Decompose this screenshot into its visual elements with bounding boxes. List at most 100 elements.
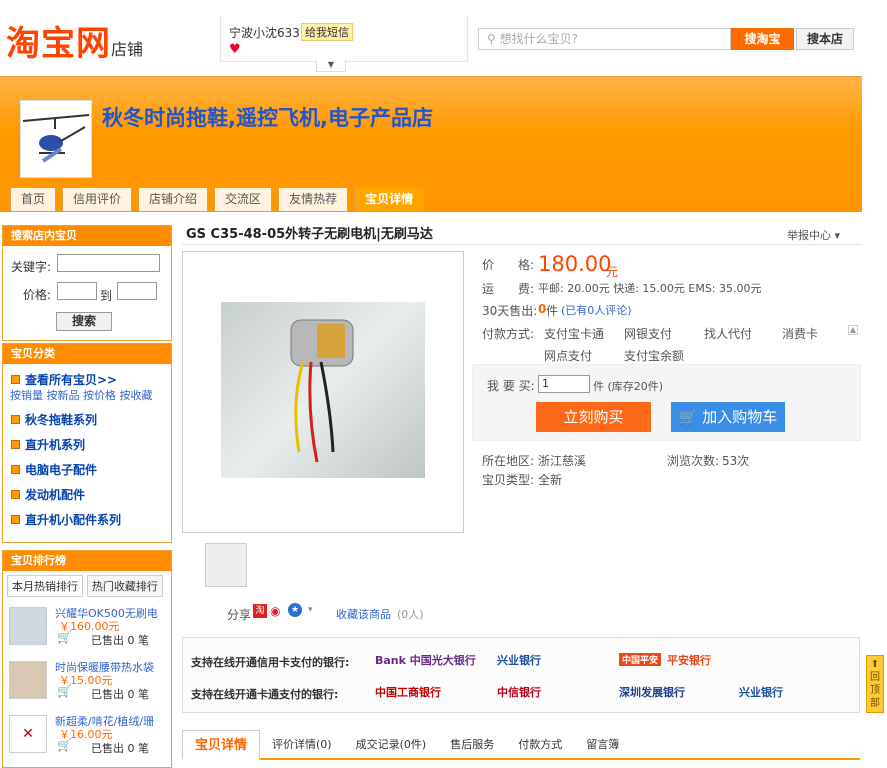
sort-price-link[interactable]: 按价格 — [83, 389, 116, 402]
tab-after-sales[interactable]: 售后服务 — [438, 730, 506, 760]
chevron-down-icon[interactable]: ▾ — [308, 605, 313, 615]
location-label: 所在地区: — [482, 454, 535, 468]
buy-box: 我 要 买: 1 件 (库存20件) 立刻购买 🛒 加入购物车 — [472, 364, 861, 441]
sold-unit: 件 — [546, 304, 559, 318]
favorite-count: (0人) — [397, 608, 424, 621]
heart-icon: ♥ — [229, 42, 241, 57]
price-max-input[interactable] — [117, 282, 157, 300]
payment-method: 找人代付 — [704, 327, 753, 341]
bank-logo[interactable]: 兴业银行 — [497, 652, 541, 668]
nav-recommend[interactable]: 友情热荐 — [278, 187, 349, 211]
search-input[interactable]: ⚲ 想找什么宝贝? — [478, 28, 731, 50]
nav-home[interactable]: 首页 — [10, 187, 57, 211]
taobao-logo[interactable]: 淘宝网店铺 — [6, 16, 143, 65]
sort-links: 按销量 按新品 按价格 按收藏 — [3, 388, 171, 408]
chevron-up-icon[interactable]: ▲ — [848, 325, 858, 335]
tab-guestbook[interactable]: 留言簿 — [574, 730, 631, 760]
tab-monthly-sales[interactable]: 本月热销排行 — [7, 575, 83, 597]
rank-item[interactable]: 兴耀华OK500无刷电 ￥160.00元 🛒 已售出 0 笔 — [3, 605, 171, 655]
category-item[interactable]: 直升机小配件系列 — [3, 508, 171, 533]
product-image-frame[interactable] — [182, 251, 464, 533]
tab-transactions[interactable]: 成交记录(0件) — [344, 730, 439, 760]
shop-search-title: 搜索店内宝贝 — [3, 226, 171, 246]
rank-item-thumbnail[interactable] — [9, 661, 47, 699]
sort-new-link[interactable]: 按新品 — [47, 389, 80, 402]
search-taobao-button[interactable]: 搜淘宝 — [731, 28, 794, 50]
seller-info: 宁波小沈633 给我短信 ♥ ▼ — [220, 16, 468, 72]
search-store-button[interactable]: 搜本店 — [796, 28, 854, 50]
product-image[interactable] — [221, 302, 425, 478]
shop-search-button[interactable]: 搜索 — [56, 312, 112, 331]
category-panel: 宝贝分类 查看所有宝贝>> 按销量 按新品 按价格 按收藏 秋冬拖鞋系列 直升机… — [2, 343, 172, 543]
qzone-icon[interactable]: ★ — [288, 603, 302, 617]
debit-bank-label: 支持在线开通卡通支付的银行: — [191, 688, 339, 701]
bank-logo[interactable]: 兴业银行 — [739, 684, 783, 700]
message-button[interactable]: 给我短信 — [301, 23, 353, 41]
share-label: 分享 — [227, 608, 252, 622]
tab-payment[interactable]: 付款方式 — [506, 730, 574, 760]
rank-item-thumbnail[interactable] — [9, 607, 47, 645]
report-center[interactable]: 举报中心 ▾ — [787, 227, 840, 243]
category-item[interactable]: 秋冬拖鞋系列 — [3, 408, 171, 433]
nav-forum[interactable]: 交流区 — [214, 187, 273, 211]
category-item[interactable]: 直升机系列 — [3, 433, 171, 458]
rank-item-sold: 已售出 0 笔 — [91, 634, 149, 647]
bank-logo[interactable]: 中国工商银行 — [375, 684, 441, 700]
rank-item[interactable]: ✕ 新超柔/啃花/植绒/珊 ￥16.00元 🛒 已售出 0 笔 — [3, 713, 171, 763]
rank-panel: 宝贝排行榜 本月热销排行 热门收藏排行 兴耀华OK500无刷电 ￥160.00元… — [2, 550, 172, 768]
back-to-top-label: 回顶部 — [870, 672, 880, 709]
keyword-label: 关键字: — [11, 260, 52, 274]
report-label: 举报中心 — [787, 229, 831, 242]
shop-name[interactable]: 秋冬时尚拖鞋,遥控飞机,电子产品店 — [102, 102, 433, 132]
price-unit: 元 — [606, 265, 619, 279]
payment-method: 网点支付 — [544, 349, 593, 363]
sort-fav-link[interactable]: 按收藏 — [120, 389, 153, 402]
payment-method: 支付宝余额 — [624, 349, 685, 363]
price-label: 价 格: — [482, 258, 535, 272]
tab-hot-favorites[interactable]: 热门收藏排行 — [86, 575, 163, 597]
buy-now-button[interactable]: 立刻购买 — [536, 402, 651, 432]
shop-logo-helicopter[interactable] — [20, 100, 92, 178]
sort-sales-link[interactable]: 按销量 — [10, 389, 43, 402]
all-items-link[interactable]: 查看所有宝贝>> — [3, 372, 171, 388]
sold-label: 30天售出: — [482, 304, 538, 318]
location-value: 浙江慈溪 — [538, 454, 587, 468]
weibo-icon[interactable]: ◉ — [270, 604, 284, 618]
product-price: 180.00 — [538, 252, 612, 276]
category-item[interactable]: 发动机配件 — [3, 483, 171, 508]
back-to-top-button[interactable]: ⬆ 回顶部 — [866, 655, 884, 713]
cart-icon: 🛒 — [57, 738, 72, 752]
price-min-input[interactable] — [57, 282, 97, 300]
to-label: 到 — [100, 289, 113, 303]
views-value: 53次 — [722, 454, 750, 468]
bank-logo[interactable]: 深圳发展银行 — [619, 684, 685, 700]
product-thumbnail[interactable] — [205, 543, 247, 587]
add-to-cart-button[interactable]: 🛒 加入购物车 — [671, 402, 785, 432]
nav-intro[interactable]: 店铺介绍 — [138, 187, 209, 211]
share-icon[interactable]: 淘 — [253, 604, 267, 618]
bank-logo[interactable]: Bank 中国光大银行 — [375, 652, 476, 668]
quantity-input[interactable]: 1 — [538, 375, 590, 393]
tab-reviews[interactable]: 评价详情(0) — [260, 730, 344, 760]
seller-name[interactable]: 宁波小沈633 — [229, 24, 300, 41]
broken-image-icon[interactable]: ✕ — [9, 715, 47, 753]
payment-label: 付款方式: — [482, 327, 535, 341]
type-label: 宝贝类型: — [482, 473, 535, 487]
bank-logo[interactable]: 中国平安 — [619, 653, 662, 666]
tab-item-details[interactable]: 宝贝详情 — [182, 730, 261, 760]
nav-item-details[interactable]: 宝贝详情 — [354, 187, 425, 211]
nav-credit[interactable]: 信用评价 — [62, 187, 133, 211]
favorite-link[interactable]: 收藏该商品 — [336, 606, 391, 622]
rank-item[interactable]: 时尚保暖腰带热水袋 ￥15.00元 🛒 已售出 0 笔 — [3, 659, 171, 709]
chevron-down-icon[interactable]: ▼ — [316, 60, 346, 72]
bank-logo[interactable]: 平安银行 — [667, 652, 711, 668]
keyword-input[interactable] — [57, 254, 160, 272]
cart-icon: 🛒 — [57, 684, 72, 698]
review-link[interactable]: (已有0人评论) — [561, 302, 632, 318]
type-value: 全新 — [538, 473, 563, 487]
buy-label: 我 要 买: — [487, 379, 535, 393]
search-placeholder: 想找什么宝贝? — [499, 32, 578, 46]
shipping-label: 运 费: — [482, 282, 535, 296]
bank-logo[interactable]: 中信银行 — [497, 684, 541, 700]
category-item[interactable]: 电脑电子配件 — [3, 458, 171, 483]
